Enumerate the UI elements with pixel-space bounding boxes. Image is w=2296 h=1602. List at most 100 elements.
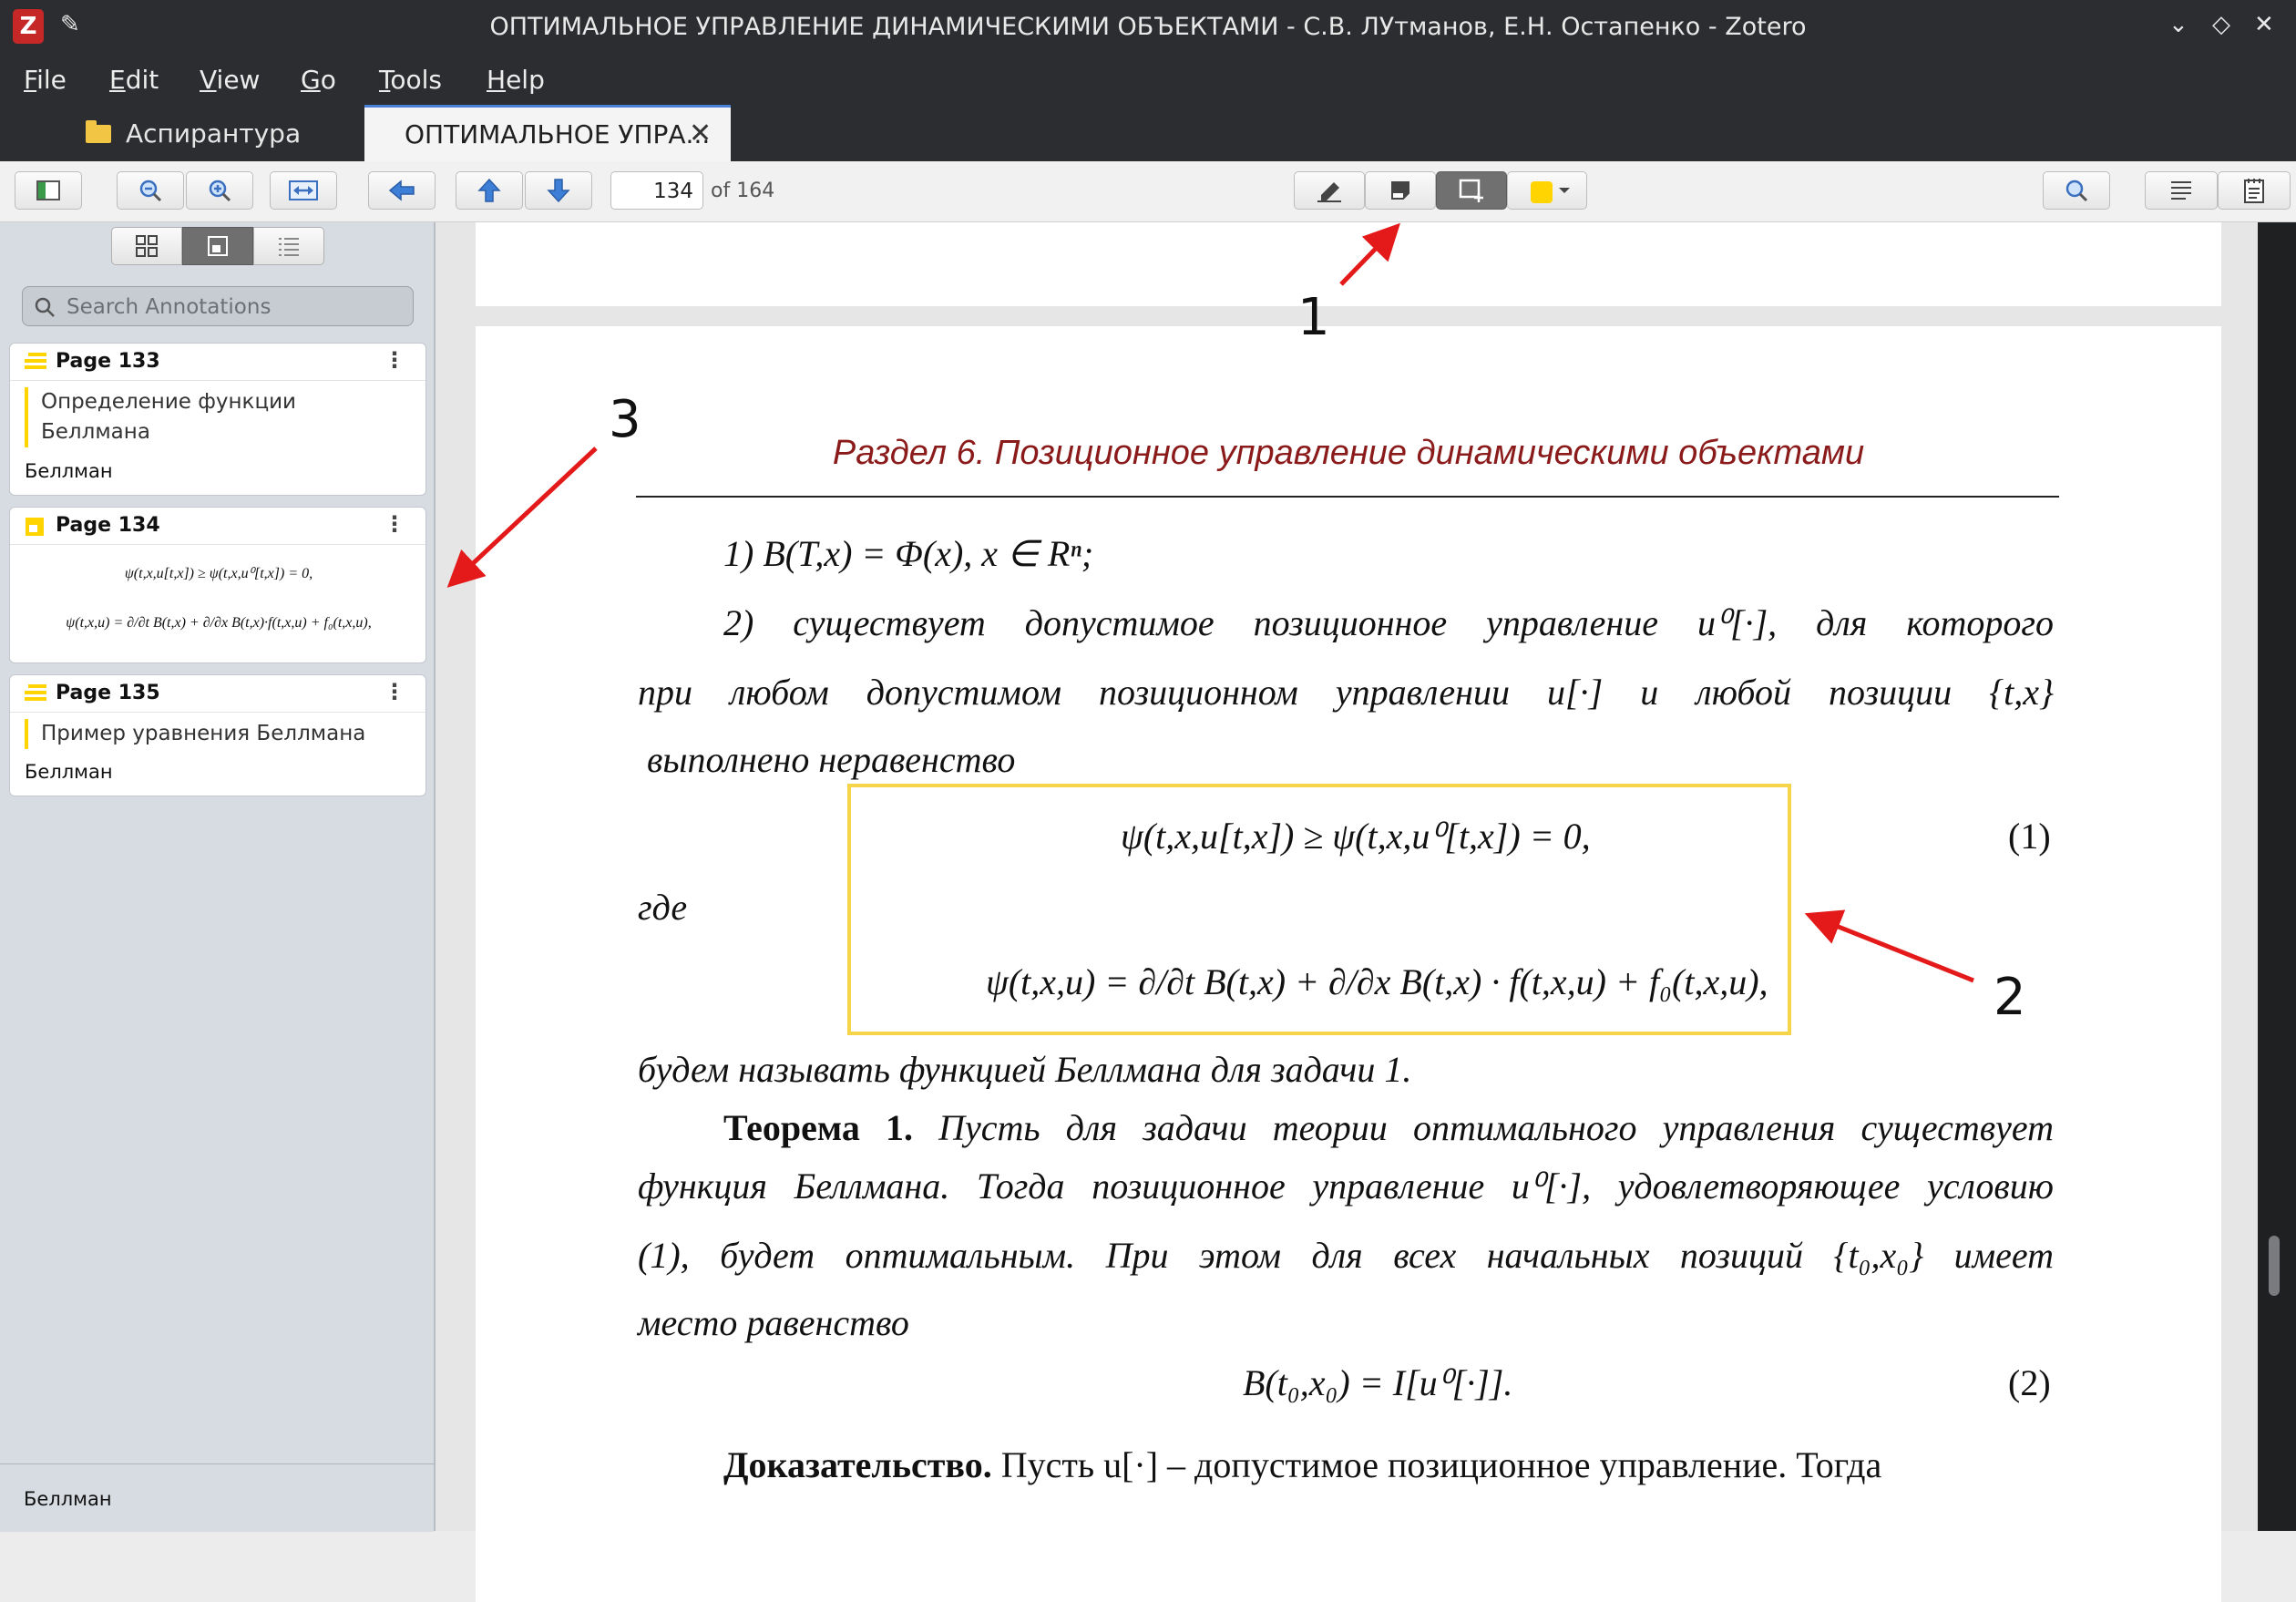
annotation-text-line: Определение функции [41,390,296,414]
thumbnails-icon [136,235,158,257]
proof-line: Доказательство. Пусть u[·] – допустимое … [723,1443,1881,1486]
more-options-icon[interactable]: ⋮ [384,679,405,704]
equation-2-number: (2) [2008,1362,2051,1403]
previous-page-button[interactable] [456,171,523,210]
find-button[interactable] [2043,171,2110,210]
next-page-button[interactable] [525,171,592,210]
zoom-out-button[interactable] [117,171,184,210]
text-line: 2) существует допустимое позиционное упр… [723,602,2054,643]
annotation-tag: Беллман [25,761,113,783]
annotation-text: Пример уравнения Беллмана [25,719,365,749]
tab-library[interactable]: Аспирантура [0,105,363,161]
menu-edit[interactable]: Edit [109,65,159,95]
callout-number-3: 3 [609,390,641,449]
zoom-in-icon [209,180,231,202]
annotation-card[interactable]: Page 134 ⋮ ψ(t,x,u[t,x]) ≥ ψ(t,x,u⁰[t,x]… [9,507,426,663]
context-pane-button[interactable] [2145,171,2218,210]
arrow-up-icon [477,178,501,202]
highlight-tool-button[interactable] [1294,171,1365,210]
tag-selector-item[interactable]: Беллман [24,1488,112,1510]
proof-label: Доказательство. [723,1444,992,1485]
sidebar-icon [36,180,60,200]
annotations-view-button[interactable] [182,227,253,265]
menu-bar: File Edit View Go Tools Help [0,56,2296,105]
menu-help[interactable]: Help [487,65,545,95]
title-bar: Z ✎ ОПТИМАЛЬНОЕ УПРАВЛЕНИЕ ДИНАМИЧЕСКИМИ… [0,0,2296,56]
previous-page-bottom [476,222,2221,306]
text-line: при любом допустимом позиционном управле… [638,672,2054,713]
theorem-text: Пусть для задачи теории оптимального упр… [913,1107,2054,1148]
area-tool-button[interactable] [1436,171,1507,210]
annotation-header: Page 134 ⋮ [10,508,425,545]
annotation-search-input[interactable]: Search Annotations [22,286,414,326]
annotation-header: Page 133 ⋮ [10,344,425,381]
page-number-input[interactable]: 134 [610,171,703,210]
folder-icon [86,120,111,143]
more-options-icon[interactable]: ⋮ [384,511,405,537]
theorem-line: Теорема 1. Пусть для задачи теории оптим… [723,1106,2054,1149]
tab-reader[interactable]: ОПТИМАЛЬНОЕ УПРА... ✕ [364,105,731,161]
window-title: ОПТИМАЛЬНОЕ УПРАВЛЕНИЕ ДИНАМИЧЕСКИМИ ОБЪ… [489,13,1807,41]
highlight-icon [25,684,46,701]
annotation-icon [208,236,228,256]
arrow-down-icon [547,179,570,203]
menu-view[interactable]: View [200,65,260,95]
minimize-icon[interactable]: ⌄ [2168,11,2188,38]
text-line: 1) B(T,x) = Φ(x), x ∈ Rⁿ; [723,533,1094,574]
current-color-swatch[interactable] [1531,181,1553,203]
pdf-viewer[interactable]: Раздел 6. Позиционное управление динамич… [436,222,2296,1602]
header-rule [636,496,2059,498]
scrollbar-thumb[interactable] [2269,1236,2280,1296]
equation-1: ψ(t,x,u[t,x]) ≥ ψ(t,x,u⁰[t,x]) = 0, [1121,816,1591,857]
annotation-card[interactable]: Page 133 ⋮ Определение функции Беллмана … [9,343,426,496]
area-select-icon [1459,179,1483,202]
annotation-card[interactable]: Page 135 ⋮ Пример уравнения Беллмана Бел… [9,674,426,796]
navigate-back-button[interactable] [368,171,436,210]
note-tool-button[interactable] [1365,171,1436,210]
pdf-page: Раздел 6. Позиционное управление динамич… [476,326,2221,1602]
annotation-image-formula: ψ(t,x,u) = ∂/∂t B(t,x) + ∂/∂x B(t,x)·f(t… [66,615,372,631]
theorem-label: Теорема 1. [723,1107,914,1148]
notes-pane-button[interactable] [2218,171,2291,210]
tag-selector: Беллман [0,1463,434,1532]
equation-1-number: (1) [2008,816,2051,857]
proof-text: Пусть u[·] – допустимое позиционное упра… [991,1444,1882,1485]
reader-toolbar: 134 of 164 [0,161,2296,222]
equation-2: B(t₀,x₀) = I[u⁰[·]]. [1243,1362,1513,1403]
page-count: of 164 [711,180,775,202]
close-tab-icon[interactable]: ✕ [689,118,712,149]
equation-psi: ψ(t,x,u) = ∂/∂t B(t,x) + ∂/∂x B(t,x) · f… [986,961,1768,1002]
zoom-page-width-button[interactable] [270,171,337,210]
annotation-image-formula: ψ(t,x,u[t,x]) ≥ ψ(t,x,u⁰[t,x]) = 0, [124,566,313,581]
tab-bar: Аспирантура ОПТИМАЛЬНОЕ УПРА... ✕ [0,105,2296,161]
text-line: будем называть функцией Беллмана для зад… [638,1049,1412,1090]
thumbnails-view-button[interactable] [111,227,182,265]
annotation-header: Page 135 ⋮ [10,675,425,713]
image-annotation-icon [26,518,44,536]
menu-file[interactable]: File [24,65,67,95]
toggle-sidebar-button[interactable] [15,171,82,210]
outline-view-button[interactable] [253,227,324,265]
zoom-out-icon [139,180,162,202]
annotations-sidebar: Search Annotations Page 133 ⋮ Определени… [0,222,436,1532]
highlighter-icon [1317,182,1341,202]
maximize-icon[interactable]: ◇ [2212,11,2230,38]
fit-width-icon [289,180,318,200]
text-line: место равенство [638,1302,909,1343]
close-window-icon[interactable]: ✕ [2254,11,2274,38]
annotation-page-label: Page 135 [56,682,160,704]
search-icon [2065,180,2088,202]
annotation-page-label: Page 133 [56,350,160,373]
chevron-down-icon [1558,188,1570,193]
annotation-text: Определение функции Беллмана [25,387,296,447]
more-options-icon[interactable]: ⋮ [384,347,405,373]
menu-go[interactable]: Go [301,65,336,95]
menu-tools[interactable]: Tools [379,65,442,95]
zoom-in-button[interactable] [186,171,253,210]
text-line: функция Беллмана. Тогда позиционное упра… [638,1166,2054,1207]
text-line: где [638,887,688,928]
tab-library-label: Аспирантура [126,118,302,149]
text-lines-icon [2171,181,2191,200]
search-placeholder: Search Annotations [67,295,272,319]
vertical-scrollbar[interactable] [2258,222,2296,1531]
